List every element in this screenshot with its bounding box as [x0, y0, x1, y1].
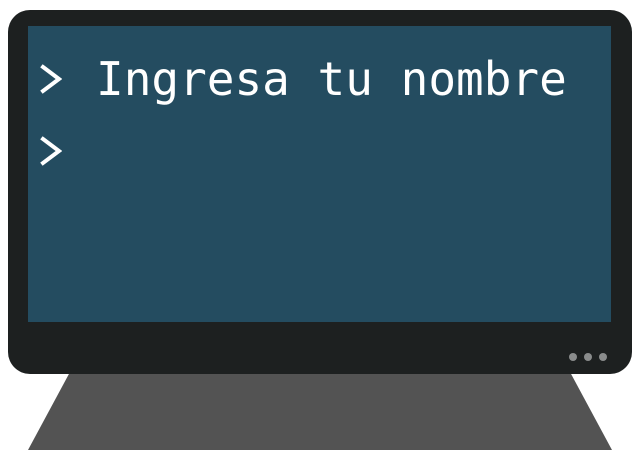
indicator-dot [569, 353, 577, 361]
terminal-line-text: Ingresa tu nombre [96, 52, 567, 106]
indicator-dot [584, 353, 592, 361]
prompt-chevron-icon [40, 50, 72, 108]
monitor-illustration: Ingresa tu nombre [0, 0, 640, 460]
monitor-stand [28, 372, 612, 450]
terminal-line-prompt: Ingresa tu nombre [40, 50, 567, 108]
terminal-screen[interactable]: Ingresa tu nombre [28, 26, 611, 322]
prompt-chevron-icon [40, 122, 72, 180]
indicator-dot [599, 353, 607, 361]
indicator-lights [569, 353, 607, 361]
terminal-input-line[interactable] [40, 122, 96, 180]
